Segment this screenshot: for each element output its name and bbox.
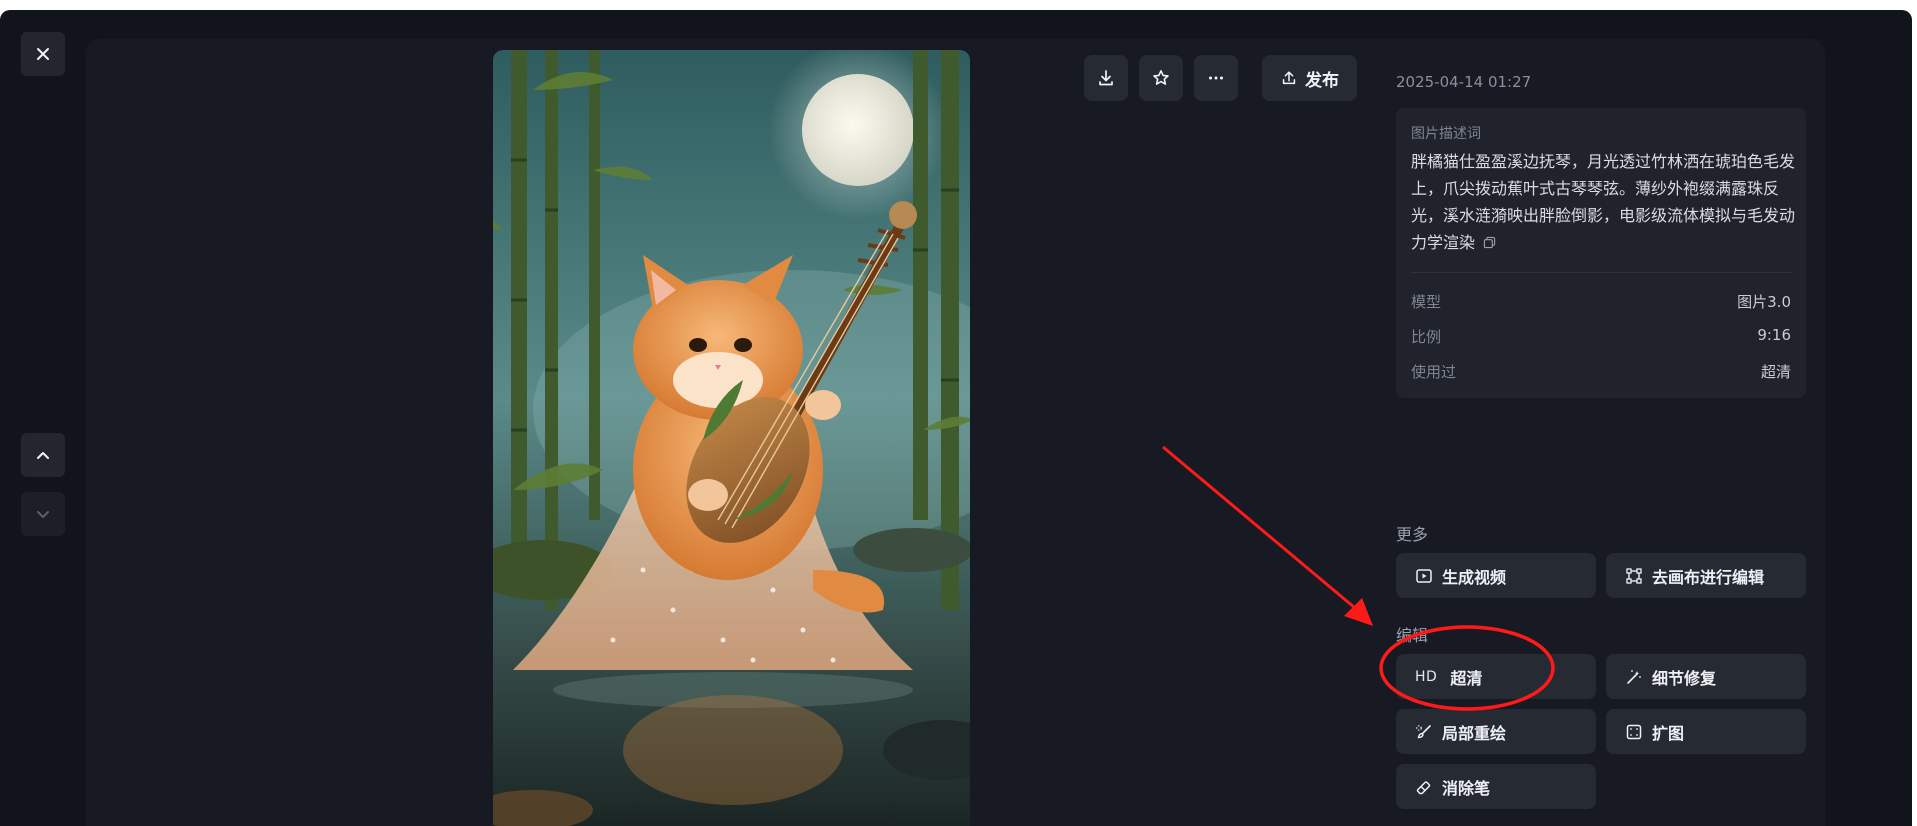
generated-image[interactable] xyxy=(493,50,970,826)
eraser-label: 消除笔 xyxy=(1442,778,1491,798)
expand-image-button[interactable]: 扩图 xyxy=(1606,709,1806,754)
expand-image-label: 扩图 xyxy=(1652,723,1685,743)
next-image-button[interactable] xyxy=(21,492,65,536)
brush-icon xyxy=(1415,723,1433,741)
meta-value: 超清 xyxy=(1760,363,1791,381)
publish-button[interactable]: 发布 xyxy=(1262,55,1357,101)
image-detail-modal: 发布 2025-04-14 01:27 图片描述词 胖橘猫仕盈盈溪边抚琴，月光透… xyxy=(0,10,1912,826)
edit-section-title: 编辑 xyxy=(1396,626,1429,645)
star-icon xyxy=(1153,70,1169,85)
upload-icon xyxy=(1282,71,1296,85)
prompt-label: 图片描述词 xyxy=(1411,126,1481,142)
eraser-icon xyxy=(1415,778,1433,796)
magic-wand-icon xyxy=(1625,668,1643,686)
canvas-icon xyxy=(1625,567,1643,585)
meta-row-used: 使用过 超清 xyxy=(1411,361,1791,382)
expand-icon xyxy=(1625,723,1643,741)
download-button[interactable] xyxy=(1084,55,1128,101)
publish-label: 发布 xyxy=(1305,70,1339,91)
cat-playing-pipa-image xyxy=(493,50,970,826)
edit-on-canvas-button[interactable]: 去画布进行编辑 xyxy=(1606,553,1806,598)
meta-key: 比例 xyxy=(1411,328,1442,346)
eraser-button[interactable]: 消除笔 xyxy=(1396,764,1596,809)
more-options-button[interactable] xyxy=(1194,55,1238,101)
previous-image-button[interactable] xyxy=(21,433,65,477)
hd-icon: HD xyxy=(1415,668,1438,685)
created-date: 2025-04-14 01:27 xyxy=(1396,73,1532,91)
favorite-button[interactable] xyxy=(1139,55,1183,101)
info-divider xyxy=(1411,272,1791,273)
prompt-content: 胖橘猫仕盈盈溪边抚琴，月光透过竹林洒在琥珀色毛发上，爪尖拨动蕉叶式古琴琴弦。薄纱… xyxy=(1411,152,1796,252)
close-button[interactable] xyxy=(21,32,65,76)
meta-value: 图片3.0 xyxy=(1737,293,1791,311)
generate-video-label: 生成视频 xyxy=(1442,567,1507,587)
more-section-title: 更多 xyxy=(1396,525,1429,544)
meta-key: 使用过 xyxy=(1411,363,1457,381)
meta-row-ratio: 比例 9:16 xyxy=(1411,326,1791,347)
inpaint-button[interactable]: 局部重绘 xyxy=(1396,709,1596,754)
upscale-hd-button[interactable]: HD 超清 xyxy=(1396,654,1596,699)
download-icon xyxy=(1099,70,1113,86)
prompt-text: 胖橘猫仕盈盈溪边抚琴，月光透过竹林洒在琥珀色毛发上，爪尖拨动蕉叶式古琴琴弦。薄纱… xyxy=(1411,148,1796,256)
edit-on-canvas-label: 去画布进行编辑 xyxy=(1652,567,1765,587)
chevron-up-icon xyxy=(37,452,49,459)
meta-value: 9:16 xyxy=(1757,326,1791,344)
close-icon xyxy=(37,48,49,60)
inpaint-label: 局部重绘 xyxy=(1442,723,1507,743)
video-icon xyxy=(1415,567,1433,585)
image-info-card: 图片描述词 胖橘猫仕盈盈溪边抚琴，月光透过竹林洒在琥珀色毛发上，爪尖拨动蕉叶式古… xyxy=(1396,108,1806,398)
chevron-down-icon xyxy=(37,511,49,518)
upscale-hd-label: 超清 xyxy=(1450,668,1483,688)
copy-icon[interactable] xyxy=(1483,236,1496,249)
detail-repair-label: 细节修复 xyxy=(1652,668,1717,688)
meta-key: 模型 xyxy=(1411,293,1442,311)
detail-repair-button[interactable]: 细节修复 xyxy=(1606,654,1806,699)
meta-row-model: 模型 图片3.0 xyxy=(1411,291,1791,312)
more-icon xyxy=(1209,76,1223,80)
generate-video-button[interactable]: 生成视频 xyxy=(1396,553,1596,598)
